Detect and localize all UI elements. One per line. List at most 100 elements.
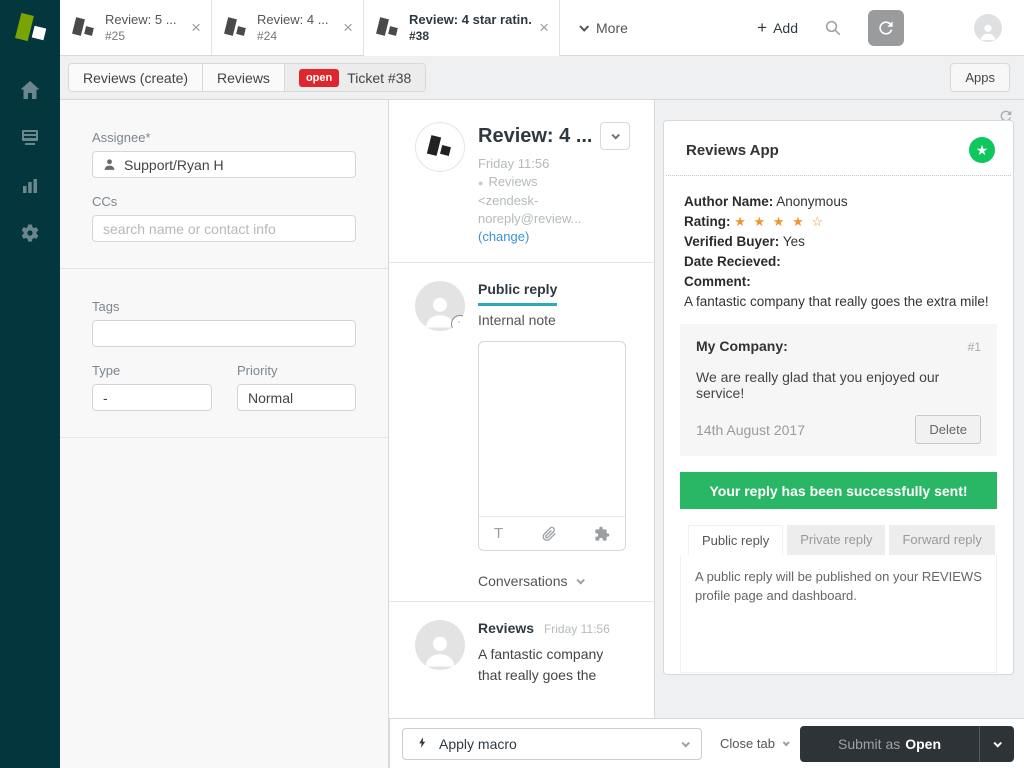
type-value: - (103, 390, 108, 406)
text-format-button[interactable]: T (494, 525, 503, 542)
priority-select[interactable]: Normal (237, 384, 356, 411)
message-avatar (415, 620, 465, 670)
attach-file-button[interactable] (541, 526, 557, 542)
message-author: Reviews (478, 620, 534, 636)
submit-button[interactable]: Submit as Open (800, 726, 979, 762)
apps-plugin-button[interactable] (594, 526, 610, 542)
sidebar-item-reports[interactable] (0, 162, 60, 210)
breadcrumb: Reviews (create) Reviews open Ticket #38 (68, 63, 426, 92)
existing-reply-card: My Company: #1 We are really glad that y… (680, 324, 997, 456)
app-reply-textarea[interactable]: A public reply will be published on your… (680, 555, 997, 673)
gear-icon (18, 222, 42, 246)
ccs-label: CCs (92, 194, 356, 209)
reply-composer: T (478, 341, 626, 551)
tab-title: Review: 4 star ratin... (409, 12, 531, 27)
close-icon[interactable]: × (539, 18, 549, 38)
company-name: My Company: (696, 338, 788, 354)
type-label: Type (92, 363, 212, 378)
title-dropdown-button[interactable] (600, 122, 630, 150)
public-reply-tab[interactable]: Public reply (478, 281, 557, 306)
person-icon (103, 158, 116, 171)
apps-grid-button[interactable] (930, 19, 948, 37)
add-label: Add (773, 20, 798, 36)
tab-title: Review: 5 ... (105, 12, 183, 27)
agent-avatar (415, 281, 465, 331)
apply-macro-select[interactable]: Apply macro (402, 728, 702, 760)
delete-button[interactable]: Delete (915, 415, 981, 444)
lightning-icon (416, 736, 429, 752)
message-line2: that really goes the (478, 665, 610, 686)
chevron-down-icon (576, 576, 584, 584)
submit-status: Open (905, 736, 941, 752)
breadcrumb-reviews[interactable]: Reviews (203, 64, 285, 91)
message-time: Friday 11:56 (544, 622, 610, 636)
ticket-label: Ticket #38 (347, 70, 411, 86)
close-icon[interactable]: × (343, 18, 353, 38)
ticket-source-icon (72, 15, 96, 41)
more-menu-button[interactable]: More (560, 0, 648, 55)
verified-buyer-label: Verified Buyer: (684, 234, 779, 249)
reviews-app-title: Reviews App (686, 142, 779, 159)
person-icon (419, 628, 461, 670)
success-banner: Your reply has been successfully sent! (680, 472, 997, 509)
close-tab-button[interactable]: Close tab (720, 736, 788, 751)
priority-label: Priority (237, 363, 356, 378)
close-tab-label: Close tab (720, 736, 775, 751)
person-icon (977, 20, 999, 42)
conversation-message: Reviews Friday 11:56 A fantastic company… (389, 602, 654, 686)
ccs-placeholder: search name or contact info (103, 221, 276, 237)
app-tab-private-reply[interactable]: Private reply (787, 525, 885, 555)
ticket-tab-25[interactable]: Review: 5 ... #25 × (60, 0, 212, 55)
change-requester-link[interactable]: (change) (478, 228, 630, 246)
tab-ticket-id: #38 (409, 29, 531, 43)
search-button[interactable] (824, 19, 842, 37)
search-icon (824, 19, 842, 37)
user-avatar[interactable] (974, 14, 1002, 42)
ticket-tab-24[interactable]: Review: 4 ... #24 × (212, 0, 364, 55)
assignee-field[interactable]: Support/Ryan H (92, 151, 356, 178)
conversations-label: Conversations (478, 573, 568, 589)
breadcrumb-ticket[interactable]: open Ticket #38 (285, 64, 425, 91)
reply-textarea[interactable] (479, 342, 625, 516)
add-ticket-button[interactable]: + Add (757, 18, 798, 38)
logo-shape-white (32, 26, 47, 41)
internal-note-tab[interactable]: Internal note (478, 312, 557, 328)
sidebar-item-admin[interactable] (0, 210, 60, 258)
tags-field[interactable] (92, 320, 356, 347)
ticket-source-icon (376, 15, 400, 41)
submit-prefix: Submit as (838, 736, 900, 752)
requester-email-line2: noreply@review... (478, 210, 630, 228)
apps-panel: Reviews App ★ Author Name: Anonymous Rat… (655, 100, 1024, 768)
ticket-tab-38-active[interactable]: Review: 4 star ratin... #38 × (364, 0, 560, 55)
ccs-field[interactable]: search name or contact info (92, 215, 356, 242)
author-name-label: Author Name: (684, 194, 773, 209)
chevron-down-icon (993, 739, 1001, 747)
assignee-label: Assignee* (92, 130, 356, 145)
ticket-source-icon (224, 15, 248, 41)
tab-ticket-id: #24 (257, 29, 335, 43)
submit-dropdown-button[interactable] (980, 726, 1014, 762)
close-icon[interactable]: × (191, 18, 201, 38)
ticket-tab-bar: Review: 5 ... #25 × Review: 4 ... #24 × … (60, 0, 1024, 56)
ticket-title: Review: 4 ... (478, 125, 593, 148)
apps-toggle-button[interactable]: Apps (950, 63, 1010, 92)
reply-number: #1 (968, 340, 981, 354)
apply-macro-label: Apply macro (439, 736, 517, 752)
presence-dot-icon: ● (478, 178, 483, 188)
type-select[interactable]: - (92, 384, 212, 411)
conversations-dropdown[interactable]: Conversations (478, 573, 654, 601)
refresh-button[interactable] (868, 10, 904, 46)
puzzle-icon (594, 526, 610, 542)
paperclip-icon (541, 526, 557, 542)
breadcrumb-reviews-create[interactable]: Reviews (create) (69, 64, 203, 91)
sidebar-item-views[interactable] (0, 114, 60, 162)
app-tab-public-reply[interactable]: Public reply (688, 525, 783, 555)
ticket-time: Friday 11:56 (478, 155, 630, 173)
sidebar-item-home[interactable] (0, 66, 60, 114)
app-tab-forward-reply[interactable]: Forward reply (889, 525, 994, 555)
chevron-down-icon (611, 131, 619, 139)
plus-icon: + (757, 18, 767, 38)
tab-ticket-id: #25 (105, 29, 183, 43)
ticket-action-bar: Apply macro Close tab Submit as Open (389, 718, 1024, 768)
comment-text: A fantastic company that really goes the… (684, 292, 993, 312)
